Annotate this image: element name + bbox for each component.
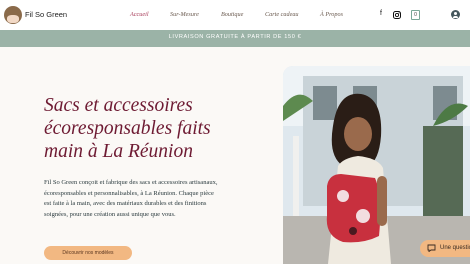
nav-item-a-propos[interactable]: À Propos [320, 11, 343, 18]
hero-headline-line-1: Sacs et accessoires [44, 95, 193, 116]
hero-description-line-1: Fil So Green conçoit et fabrique des sac… [44, 179, 218, 186]
hero-photo-illustration [283, 66, 470, 264]
cart-count: 0 [414, 12, 417, 18]
hero-description-line-2: écoresponsables et personnalisables, à L… [44, 189, 214, 197]
brand-name[interactable]: Fil So Green [25, 10, 67, 19]
discover-models-button[interactable]: Découvrir nos modèles [44, 246, 132, 260]
site-header: Fil So Green Accueil Sur-Mesure Boutique… [0, 0, 470, 30]
nav-item-boutique[interactable]: Boutique [221, 11, 243, 18]
nav-item-carte-cadeau[interactable]: Carte cadeau [265, 11, 299, 18]
nav-item-sur-mesure[interactable]: Sur-Mesure [170, 11, 199, 18]
promo-banner-text: LIVRAISON GRATUITE À PARTIR DE 150 € [168, 34, 302, 40]
hero-headline: Sacs et accessoires écoresponsables fait… [44, 94, 274, 163]
user-icon[interactable] [451, 10, 460, 19]
cart-icon[interactable]: 0 [411, 10, 420, 20]
hero-description-line-3: est faite à la main, avec des matériaux … [44, 200, 207, 207]
chat-bubble-icon [427, 244, 436, 252]
promo-banner: LIVRAISON GRATUITE À PARTIR DE 150 € [0, 30, 470, 47]
instagram-icon[interactable] [393, 11, 401, 19]
brand-logo[interactable] [4, 6, 22, 24]
nav-item-accueil[interactable]: Accueil [130, 11, 149, 18]
hero-headline-line-2: écoresponsables faits [44, 118, 211, 139]
hero-description: Fil So Green conçoit et fabrique des sac… [44, 178, 254, 220]
facebook-icon[interactable]: f [380, 10, 382, 17]
hero-description-line-4: soignées, pour une création aussi unique… [44, 210, 176, 218]
hero-photo [283, 66, 470, 264]
hero-headline-line-3: main à La Réunion [44, 141, 193, 162]
